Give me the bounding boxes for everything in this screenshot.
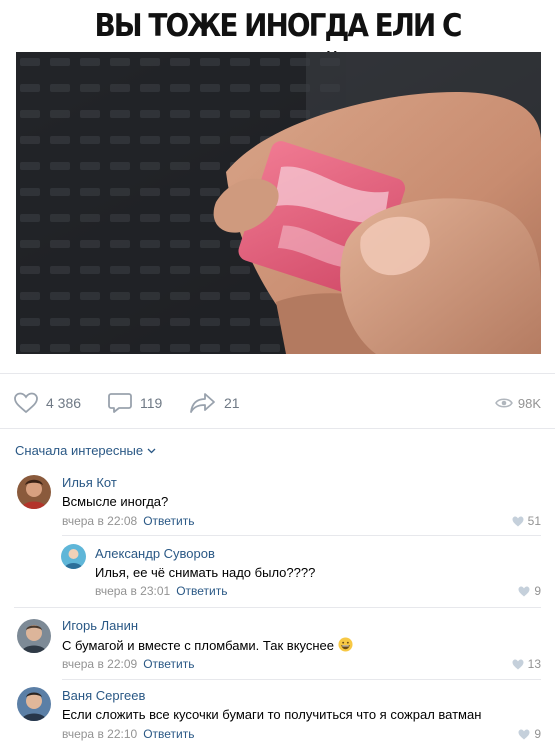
comment-item: Илья Кот Всмысле иногда? вчера в 22:08 От… [0, 466, 555, 532]
divider-top [0, 373, 555, 374]
share-count: 21 [224, 395, 240, 411]
reply-button[interactable]: Ответить [143, 727, 194, 741]
reply-button[interactable]: Ответить [176, 584, 227, 598]
comment-item: Ваня Сергеев Если сложить все кусочки бу… [0, 681, 555, 744]
avatar-image [17, 475, 51, 509]
avatar[interactable] [17, 619, 51, 653]
divider-actions [0, 428, 555, 429]
views-counter: 98K [494, 386, 541, 420]
comment-count: 119 [140, 395, 163, 411]
heart-icon [518, 729, 530, 739]
comment-time[interactable]: вчера в 23:01 [95, 584, 170, 598]
comment-like-count: 9 [534, 584, 541, 598]
grinning-emoji-icon [338, 637, 353, 652]
heart-icon [512, 659, 524, 669]
comment-author[interactable]: Игорь Ланин [62, 618, 138, 633]
comment-like-button[interactable]: 9 [518, 584, 541, 598]
comment-like-button[interactable]: 9 [518, 727, 541, 741]
views-count: 98K [517, 395, 541, 411]
avatar-image [17, 687, 51, 721]
comment-author[interactable]: Илья Кот [62, 475, 117, 490]
comment-item: Игорь Ланин С бумагой и вместе с пломбам… [0, 610, 555, 676]
comment-text: Если сложить все кусочки бумаги то получ… [62, 707, 482, 722]
comment-text: Всмысле иногда? [62, 494, 169, 509]
avatar[interactable] [61, 544, 86, 569]
heart-icon [512, 516, 524, 526]
comment-time[interactable]: вчера в 22:10 [62, 727, 137, 741]
comment-button[interactable]: 119 [108, 386, 162, 420]
avatar[interactable] [17, 475, 51, 509]
comment-author[interactable]: Александр Суворов [95, 546, 215, 561]
comments-sort-dropdown[interactable]: Сначала интересные [15, 443, 156, 458]
chevron-down-icon [147, 448, 156, 453]
comment-like-count: 13 [527, 657, 541, 671]
comment-author[interactable]: Ваня Сергеев [62, 688, 145, 703]
avatar-image [17, 619, 51, 653]
comment-like-count: 51 [527, 514, 541, 528]
comment-text: С бумагой и вместе с пломбами. Так вкусн… [62, 638, 335, 653]
photo-illustration [16, 52, 541, 354]
like-count: 4 386 [46, 395, 82, 411]
comment-icon [108, 393, 132, 413]
heart-icon [14, 392, 38, 414]
eye-icon [494, 398, 513, 408]
reply-comment-item: Александр Суворов Илья, ее чё снимать на… [0, 537, 555, 603]
meme-headline: ВЫ ТОЖЕ ИНОГДА ЕЛИ С БУМАГОЙ? [94, 8, 462, 88]
divider-comment [62, 535, 541, 536]
avatar[interactable] [17, 687, 51, 721]
sort-label: Сначала интересные [15, 443, 144, 458]
comment-text: Илья, ее чё снимать надо было???? [95, 565, 316, 580]
reply-button[interactable]: Ответить [143, 514, 194, 528]
comment-meta: вчера в 22:10 Ответить [62, 727, 194, 741]
comment-time[interactable]: вчера в 22:08 [62, 514, 137, 528]
comment-like-count: 9 [534, 727, 541, 741]
heart-icon [518, 586, 530, 596]
like-button[interactable]: 4 386 [14, 386, 81, 420]
comment-text-row: С бумагой и вместе с пломбами. Так вкусн… [62, 637, 353, 653]
divider-comment [62, 679, 541, 680]
post-actions-bar: 4 386 119 21 98K [0, 386, 555, 420]
comment-meta: вчера в 23:01 Ответить [95, 584, 227, 598]
post-photo[interactable] [16, 52, 541, 354]
comment-like-button[interactable]: 51 [512, 514, 541, 528]
comment-meta: вчера в 22:08 Ответить [62, 514, 194, 528]
share-button[interactable]: 21 [190, 386, 240, 420]
comment-meta: вчера в 22:09 Ответить [62, 657, 194, 671]
comment-time[interactable]: вчера в 22:09 [62, 657, 137, 671]
share-icon [190, 393, 215, 413]
divider-comment [14, 607, 541, 608]
reply-button[interactable]: Ответить [143, 657, 194, 671]
avatar-image [61, 544, 86, 569]
comment-like-button[interactable]: 13 [512, 657, 541, 671]
